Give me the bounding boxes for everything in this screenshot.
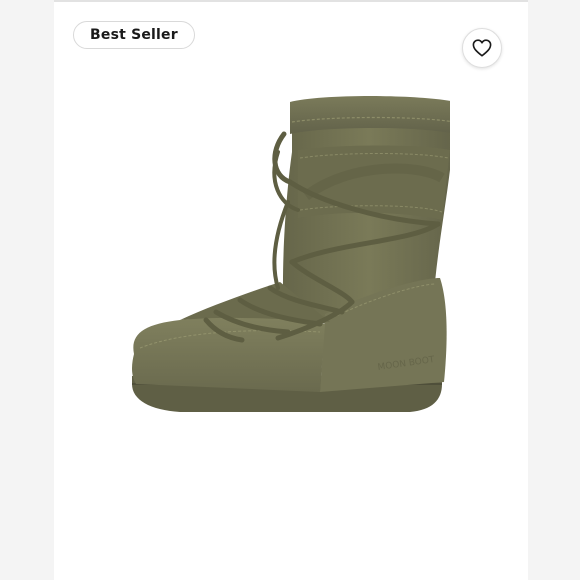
product-image[interactable]: MOON BOOT [120, 92, 450, 422]
best-seller-badge: Best Seller [73, 21, 195, 49]
top-divider [54, 0, 528, 2]
product-image-viewer: Best Seller MOON BOOT [0, 0, 580, 580]
left-gutter [0, 0, 54, 580]
favorite-button[interactable] [462, 28, 502, 68]
logo-band [298, 145, 450, 220]
heart-outline-icon [472, 39, 492, 57]
best-seller-label: Best Seller [90, 27, 178, 43]
toe-cap [132, 316, 325, 392]
right-gutter [528, 0, 580, 580]
